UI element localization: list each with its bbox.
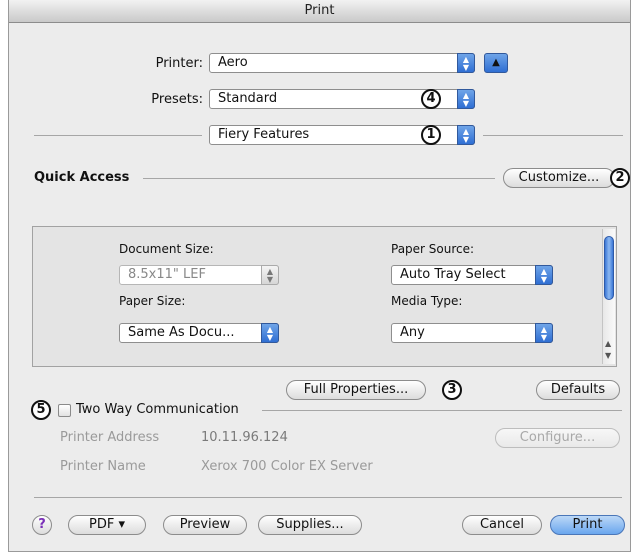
scroll-up-icon[interactable]: ▲ (605, 339, 611, 348)
updown-arrows-icon: ▲ ▼ (457, 125, 475, 145)
scroll-down-icon[interactable]: ▼ (605, 351, 611, 360)
printer-label: Printer: (155, 56, 203, 71)
callout-5: 5 (31, 400, 51, 420)
full-properties-button[interactable]: Full Properties... (286, 380, 426, 400)
cancel-button[interactable]: Cancel (462, 515, 542, 535)
printer-address-label: Printer Address (60, 430, 160, 445)
divider-line (262, 410, 622, 411)
paper-source-label: Paper Source: (391, 242, 475, 256)
defaults-button[interactable]: Defaults (536, 380, 620, 400)
updown-arrows-icon: ▲ ▼ (535, 323, 553, 343)
quick-access-title: Quick Access (34, 170, 130, 185)
updown-arrows-icon: ▲ ▼ (261, 323, 279, 343)
disclosure-up-icon[interactable]: ▲ (484, 53, 508, 73)
media-type-value: Any (400, 325, 425, 340)
scrollbar-thumb[interactable] (604, 236, 614, 300)
updown-arrows-icon: ▲ ▼ (457, 89, 475, 109)
updown-arrows-icon: ▲ ▼ (457, 53, 475, 73)
updown-arrows-icon: ▲ ▼ (535, 265, 553, 285)
updown-arrows-icon: ▲ ▼ (261, 265, 279, 285)
paper-source-popup[interactable]: Auto Tray Select ▲ ▼ (391, 265, 553, 285)
printer-name-value: Xerox 700 Color EX Server (201, 459, 373, 474)
help-icon[interactable]: ? (32, 515, 52, 535)
printer-value: Aero (218, 55, 248, 70)
paper-size-popup[interactable]: Same As Docu... ▲ ▼ (119, 323, 279, 343)
paper-size-label: Paper Size: (119, 294, 186, 308)
presets-label: Presets: (151, 92, 203, 107)
printer-address-value: 10.11.96.124 (201, 430, 288, 445)
presets-value: Standard (218, 91, 278, 106)
divider-line (34, 497, 622, 498)
callout-3: 3 (442, 380, 462, 400)
two-way-label: Two Way Communication (76, 402, 239, 417)
supplies-button[interactable]: Supplies... (258, 515, 362, 535)
quick-access-panel: Document Size: 8.5x11" LEF ▲ ▼ Paper Sour… (32, 226, 617, 367)
callout-2: 2 (610, 168, 630, 188)
customize-button[interactable]: Customize... (503, 168, 615, 188)
media-type-popup[interactable]: Any ▲ ▼ (391, 323, 553, 343)
callout-4: 4 (421, 89, 441, 109)
document-size-label: Document Size: (119, 242, 214, 256)
configure-button: Configure... (495, 428, 620, 448)
divider-line (34, 135, 202, 136)
callout-1: 1 (421, 125, 441, 145)
document-size-value: 8.5x11" LEF (128, 267, 206, 282)
media-type-label: Media Type: (391, 294, 463, 308)
print-button[interactable]: Print (550, 515, 625, 535)
two-way-checkbox[interactable] (58, 404, 71, 417)
pane-value: Fiery Features (218, 127, 310, 142)
preview-button[interactable]: Preview (163, 515, 247, 535)
print-dialog: Print Printer: Aero ▲ ▼ ▲ Presets: Standa… (8, 0, 631, 552)
printer-name-label: Printer Name (60, 459, 146, 474)
window-title: Print (9, 0, 630, 23)
paper-source-value: Auto Tray Select (400, 267, 506, 282)
document-size-popup: 8.5x11" LEF ▲ ▼ (119, 265, 279, 285)
scrollbar[interactable]: ▲ ▼ (602, 229, 615, 364)
paper-size-value: Same As Docu... (128, 325, 235, 340)
divider-line (483, 135, 623, 136)
pdf-menu-button[interactable]: PDF ▾ (68, 515, 146, 535)
printer-popup[interactable]: Aero ▲ ▼ (209, 53, 475, 73)
divider-line (143, 178, 495, 179)
